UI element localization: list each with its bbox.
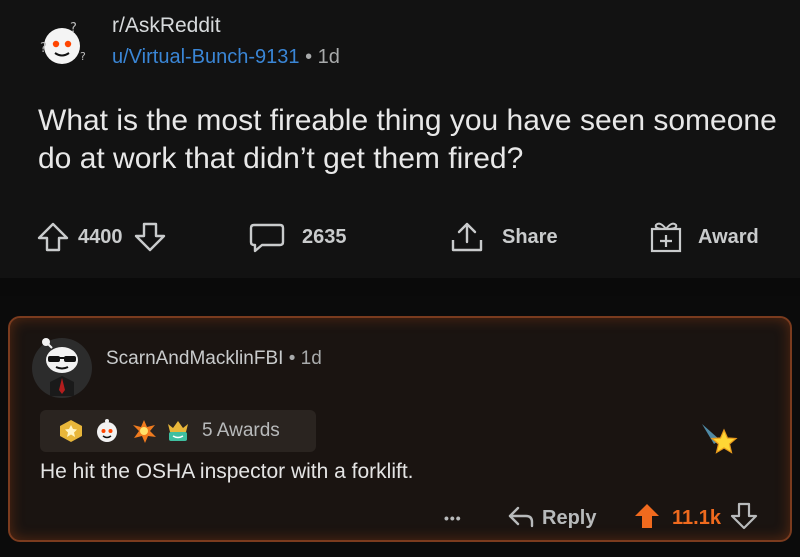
comment-card: ScarnAndMacklinFBI • 1d 5 Awards He hit …	[8, 316, 792, 542]
award-badge-icon	[58, 418, 84, 449]
meta-separator: •	[288, 348, 296, 369]
post-author-link[interactable]: u/Virtual-Bunch-9131	[112, 46, 300, 68]
comment-meta: ScarnAndMacklinFBI • 1d	[106, 348, 322, 370]
user-avatar-icon[interactable]	[30, 330, 94, 400]
comment-count: 2635	[302, 225, 347, 248]
svg-text:?: ?	[80, 50, 86, 63]
more-button[interactable]: •••	[444, 498, 462, 538]
post-age: 1d	[317, 46, 340, 68]
share-label: Share	[502, 225, 558, 248]
subreddit-avatar-icon[interactable]: ? ? ?	[36, 18, 92, 68]
post-title[interactable]: What is the most fireable thing you have…	[38, 102, 778, 178]
comments-button[interactable]: 2635	[248, 214, 347, 260]
award-badge-icon	[130, 418, 158, 449]
awards-bar[interactable]: 5 Awards	[40, 410, 316, 452]
upvote-icon[interactable]	[632, 501, 662, 536]
comment-actions: ••• Reply 11.1k	[10, 498, 794, 538]
award-button[interactable]: Award	[648, 214, 759, 260]
meta-separator: •	[305, 46, 313, 68]
svg-text:?: ?	[40, 41, 47, 56]
reply-button[interactable]: Reply	[506, 498, 596, 538]
comment-body: He hit the OSHA inspector with a forklif…	[40, 460, 414, 483]
share-button[interactable]: Share	[448, 214, 558, 260]
subreddit-name[interactable]: r/AskReddit	[112, 14, 221, 38]
comment-author[interactable]: ScarnAndMacklinFBI	[106, 348, 283, 369]
comment-vote-group: 11.1k	[632, 498, 759, 538]
post-card: ? ? ? r/AskReddit u/Virtual-Bunch-9131 •…	[0, 0, 800, 278]
share-icon	[448, 220, 486, 254]
comment-age: 1d	[300, 348, 322, 369]
reply-icon	[506, 502, 536, 535]
award-icon	[648, 219, 684, 255]
vote-group: 4400	[36, 214, 167, 260]
downvote-icon[interactable]	[729, 501, 759, 536]
comment-icon	[248, 220, 286, 254]
post-meta: u/Virtual-Bunch-9131 • 1d	[112, 46, 340, 69]
award-label: Award	[698, 225, 759, 248]
more-icon: •••	[444, 510, 462, 526]
reply-label: Reply	[542, 506, 597, 529]
awards-count: 5 Awards	[202, 420, 280, 441]
post-actions: 4400 2635 Share Award	[0, 214, 800, 260]
award-badge-icon	[94, 418, 120, 449]
upvote-icon[interactable]	[36, 220, 70, 254]
award-badge-icon[interactable]	[698, 418, 742, 462]
section-divider	[0, 278, 800, 296]
vote-count: 4400	[78, 225, 123, 248]
svg-text:?: ?	[70, 21, 77, 36]
award-badge-icon	[164, 418, 192, 449]
comment-score: 11.1k	[672, 506, 721, 529]
downvote-icon[interactable]	[133, 220, 167, 254]
